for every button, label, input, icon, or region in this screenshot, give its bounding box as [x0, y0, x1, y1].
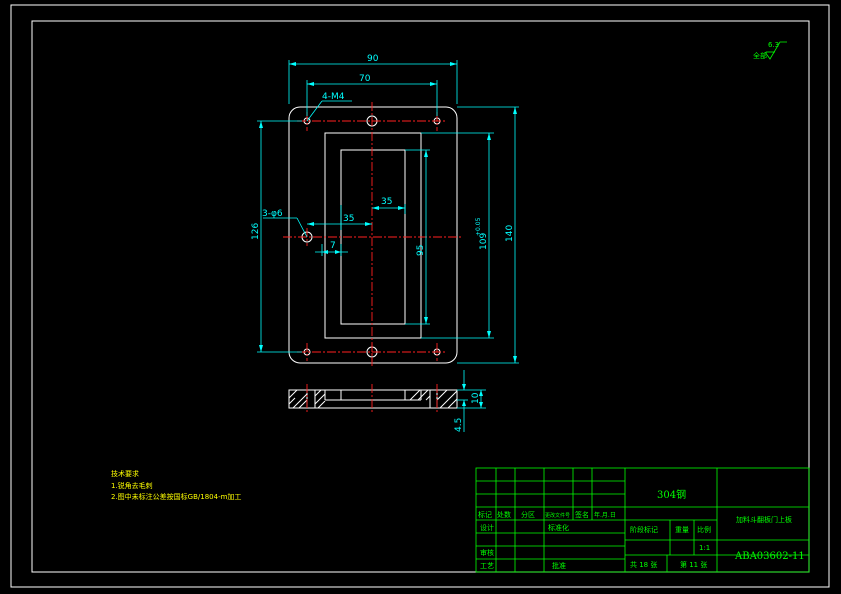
frame-outer [324, 132, 422, 339]
notes-line-1: 1.锐角去毛刺 [111, 481, 153, 490]
notes-title: 技术要求 [111, 469, 139, 478]
section-view: 10 4.5 [288, 370, 486, 432]
dim-70: 70 [359, 74, 371, 84]
dim-140: 140 [505, 225, 515, 242]
label-qianming: 签名 [575, 510, 589, 519]
notes-line-2: 2.图中未标注公差按国标GB/1804-m加工 [111, 492, 241, 501]
surface-finish-label: 全部 [753, 51, 767, 60]
label-biaozhunhua: 标准化 [548, 523, 569, 532]
label-gengai: 更改文件号 [545, 512, 570, 519]
dim-3-phi6: 3-φ6 [262, 209, 283, 219]
label-zhongliang: 重量 [675, 526, 689, 534]
label-jieduan: 阶段标记 [630, 525, 658, 534]
surface-finish-symbol: 6.3 全部 [753, 41, 787, 60]
dim-4-m4: 4-M4 [322, 92, 345, 102]
label-date: 年.月.日 [594, 511, 616, 519]
technical-notes: 技术要求 1.锐角去毛刺 2.图中未标注公差按国标GB/1804-m加工 [111, 469, 241, 501]
part-name: 加料斗翻板门上板 [736, 515, 792, 524]
drawing-number: ABA03602-11 [734, 551, 805, 562]
dim-35-lower: 35 [343, 214, 354, 224]
dim-126: 126 [251, 223, 261, 240]
label-biaoji: 标记 [478, 510, 492, 519]
drawing-sheet: 90 70 4-M4 126 3-φ6 35 35 7 95 109 +0.05… [10, 4, 830, 588]
dim-95: 95 [416, 245, 426, 256]
dim-90: 90 [367, 54, 379, 64]
dim-7: 7 [330, 241, 336, 251]
dim-35-upper: 35 [381, 197, 392, 207]
material: 304钢 [657, 488, 686, 501]
label-fenqu: 分区 [521, 510, 535, 519]
sheet-total: 共 18 张 [630, 560, 657, 569]
plate-outline [288, 106, 458, 364]
label-shenhe: 审核 [480, 548, 494, 557]
scale: 1:1 [699, 544, 710, 552]
sheet-number: 第 11 张 [680, 560, 707, 569]
label-sheji: 设计 [480, 523, 494, 532]
dimensions: 90 70 4-M4 126 3-φ6 35 35 7 95 109 +0.05… [251, 54, 519, 364]
surface-finish-value: 6.3 [768, 41, 779, 49]
title-block: 304钢 加料斗翻板门上板 ABA03602-11 标记 处数 分区 更改文件号… [475, 467, 810, 573]
label-pizhun: 批准 [552, 561, 566, 570]
dim-4-5: 4.5 [454, 418, 464, 432]
label-gongyi: 工艺 [480, 562, 494, 570]
plan-view [283, 102, 462, 368]
dim-10: 10 [471, 392, 481, 404]
label-bili: 比例 [697, 525, 711, 534]
label-chushu: 处数 [497, 510, 511, 519]
dim-109-tolerance: +0.05 [475, 217, 482, 236]
